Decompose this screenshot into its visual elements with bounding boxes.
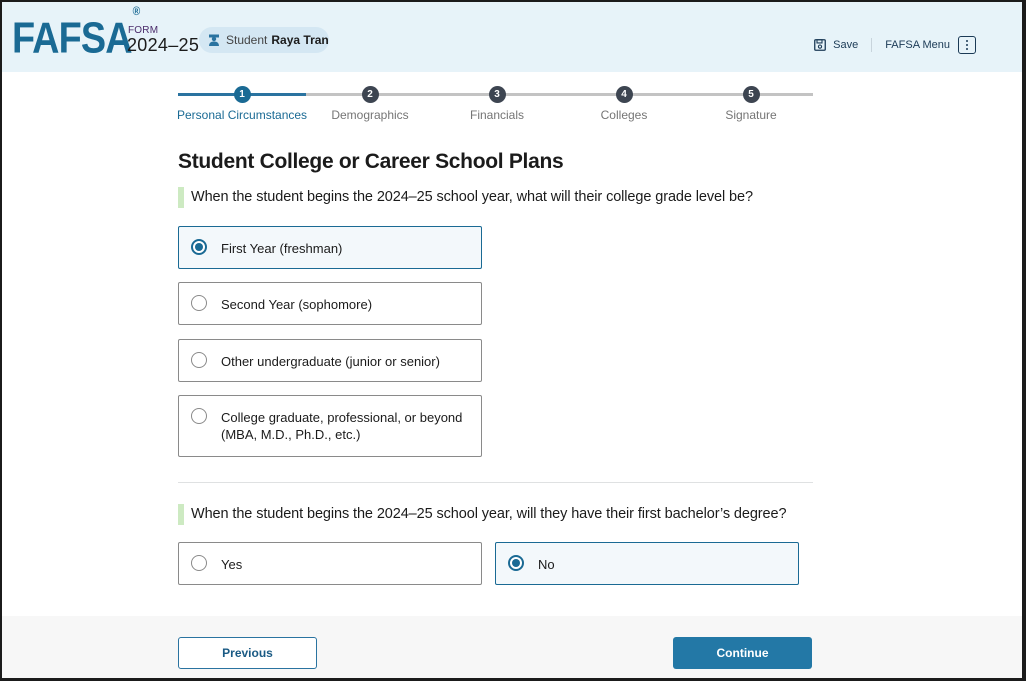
step-number: 5 bbox=[742, 86, 760, 103]
radio-option-no[interactable]: No bbox=[495, 542, 799, 585]
step-number: 3 bbox=[488, 86, 506, 103]
radio-option-first-year[interactable]: First Year (freshman) bbox=[178, 226, 482, 269]
step-label: Demographics bbox=[331, 108, 409, 122]
user-name: Raya Tran bbox=[271, 33, 329, 47]
kebab-menu-icon[interactable] bbox=[958, 36, 976, 54]
step-signature: 5 Signature bbox=[686, 86, 816, 122]
user-role: Student bbox=[226, 33, 268, 47]
step-number: 2 bbox=[361, 86, 379, 103]
radio-option-yes[interactable]: Yes bbox=[178, 542, 482, 585]
step-personal-circumstances: 1 Personal Circumstances bbox=[177, 86, 307, 122]
option-label: Other undergraduate (junior or senior) bbox=[221, 354, 440, 369]
fafsa-menu-label[interactable]: FAFSA Menu bbox=[885, 39, 950, 51]
radio-unselected-icon[interactable] bbox=[191, 295, 207, 311]
option-label: Second Year (sophomore) bbox=[221, 297, 373, 312]
step-label: Colleges bbox=[600, 108, 648, 122]
header-divider bbox=[871, 38, 873, 52]
step-label: Financials bbox=[469, 108, 525, 122]
step-demographics: 2 Demographics bbox=[305, 86, 435, 122]
form-year: 2024–25 bbox=[127, 35, 200, 55]
option-label: Yes bbox=[221, 557, 243, 572]
radio-option-other-undergraduate[interactable]: Other undergraduate (junior or senior) bbox=[178, 339, 482, 382]
step-label: Personal Circumstances bbox=[177, 108, 308, 122]
previous-button[interactable]: Previous bbox=[178, 637, 317, 669]
save-label: Save bbox=[833, 39, 859, 51]
option-label: College graduate, professional, or beyon… bbox=[221, 409, 462, 443]
radio-option-second-year[interactable]: Second Year (sophomore) bbox=[178, 282, 482, 325]
step-financials: 3 Financials bbox=[432, 86, 562, 122]
option-label: First Year (freshman) bbox=[221, 241, 343, 256]
step-number: 4 bbox=[615, 86, 633, 103]
header-actions: Save FAFSA Menu bbox=[814, 36, 976, 54]
option-label-line1: College graduate, professional, or beyon… bbox=[221, 410, 463, 425]
question-first-bachelors: When the student begins the 2024–25 scho… bbox=[178, 504, 787, 525]
continue-button[interactable]: Continue bbox=[673, 637, 812, 669]
save-button[interactable]: Save bbox=[814, 39, 858, 51]
floppy-disk-icon bbox=[814, 39, 827, 51]
registered-mark: ® bbox=[132, 4, 141, 18]
option-label: No bbox=[538, 557, 555, 572]
radio-selected-icon[interactable] bbox=[191, 239, 207, 255]
option-label-line2: (MBA, M.D., Ph.D., etc.) bbox=[221, 427, 361, 442]
page-title: Student College or Career School Plans bbox=[178, 150, 564, 173]
student-badge: Student Raya Tran bbox=[199, 27, 329, 53]
radio-selected-icon[interactable] bbox=[508, 555, 524, 571]
step-colleges: 4 Colleges bbox=[559, 86, 689, 122]
step-number: 1 bbox=[233, 86, 251, 103]
radio-unselected-icon[interactable] bbox=[191, 352, 207, 368]
radio-unselected-icon[interactable] bbox=[191, 555, 207, 571]
logo-text: FAFSA bbox=[12, 13, 133, 63]
radio-unselected-icon[interactable] bbox=[191, 408, 207, 424]
step-label: Signature bbox=[725, 108, 777, 122]
section-divider bbox=[178, 482, 813, 483]
student-graduate-icon bbox=[208, 34, 220, 46]
radio-option-college-graduate[interactable]: College graduate, professional, or beyon… bbox=[178, 395, 482, 457]
question-grade-level: When the student begins the 2024–25 scho… bbox=[178, 187, 753, 208]
fafsa-logo[interactable]: FAFSA® bbox=[12, 4, 140, 64]
page-header: FAFSA® FORM 2024–25 Student Raya Tran Sa… bbox=[2, 2, 1022, 72]
page-footer: Previous Continue bbox=[2, 616, 1022, 678]
fafsa-page: FAFSA® FORM 2024–25 Student Raya Tran Sa… bbox=[2, 2, 1022, 678]
progress-stepper: 1 Personal Circumstances 2 Demographics … bbox=[177, 86, 816, 126]
